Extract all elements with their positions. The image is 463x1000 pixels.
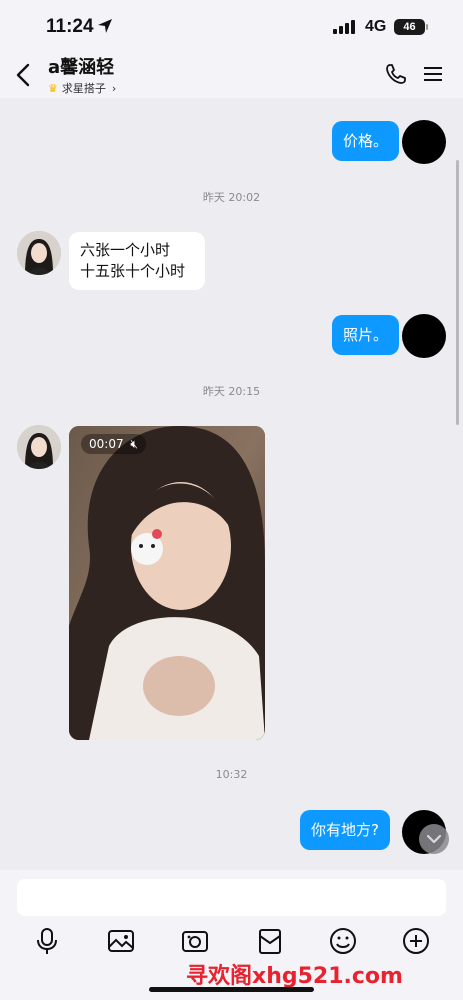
phone-icon[interactable]: [385, 63, 407, 85]
timestamp: 10:32: [215, 768, 248, 781]
video-message[interactable]: 00:07 🔇︎: [69, 426, 265, 740]
input-area: 寻欢阁xhg521.com: [0, 870, 463, 1000]
plus-icon[interactable]: [401, 926, 431, 956]
my-avatar[interactable]: [402, 314, 446, 358]
menu-icon[interactable]: [423, 66, 443, 82]
status-time: 11:24: [46, 16, 94, 37]
contact-name[interactable]: a馨涵轻: [48, 53, 114, 79]
contact-avatar-image: [17, 425, 61, 469]
scroll-to-bottom-button[interactable]: [419, 824, 449, 854]
my-avatar[interactable]: [402, 120, 446, 164]
gallery-icon[interactable]: [106, 926, 136, 956]
message-line: 十五张十个小时: [80, 262, 186, 280]
message-outgoing[interactable]: 你有地方?: [300, 810, 390, 850]
network-type: 4G: [365, 18, 387, 35]
watermark-text: 寻欢阁xhg521.com: [186, 964, 403, 989]
contact-subtitle: 求星搭子: [61, 82, 106, 95]
video-thumbnail: [69, 426, 265, 740]
red-packet-icon[interactable]: [255, 926, 285, 956]
video-duration-badge: 00:07 🔇︎: [81, 434, 146, 454]
back-chevron-icon[interactable]: [12, 62, 36, 88]
location-arrow-icon: [98, 19, 112, 33]
contact-avatar-image: [17, 231, 61, 275]
home-indicator[interactable]: [149, 987, 314, 992]
microphone-icon[interactable]: [32, 926, 62, 956]
message-incoming[interactable]: 六张一个小时 十五张十个小时: [69, 232, 205, 290]
battery-indicator: 46: [394, 19, 425, 35]
contact-avatar[interactable]: [17, 231, 61, 275]
status-bar: 11:24 4G 46: [0, 0, 463, 50]
chevron-down-icon: [426, 834, 442, 844]
chat-header: a馨涵轻 ♛ 求星搭子 ›: [0, 50, 463, 98]
contact-subtitle-row[interactable]: ♛ 求星搭子 ›: [48, 80, 116, 96]
camera-icon[interactable]: [180, 926, 210, 956]
message-outgoing[interactable]: 价格。: [332, 121, 400, 161]
message-input[interactable]: [17, 879, 446, 916]
message-outgoing[interactable]: 照片。: [332, 315, 400, 355]
crown-icon: ♛: [48, 82, 58, 95]
contact-avatar[interactable]: [17, 425, 61, 469]
battery-nub: [426, 24, 428, 30]
emoji-icon[interactable]: [328, 926, 358, 956]
cellular-signal-icon: [333, 20, 355, 34]
scrollbar[interactable]: [456, 160, 459, 425]
timestamp: 昨天 20:02: [202, 191, 261, 204]
muted-speaker-icon[interactable]: 🔇︎: [130, 437, 138, 451]
timestamp: 昨天 20:15: [202, 385, 261, 398]
video-duration: 00:07: [89, 437, 124, 451]
chevron-right-icon: ›: [111, 82, 117, 95]
message-line: 六张一个小时: [80, 241, 171, 259]
